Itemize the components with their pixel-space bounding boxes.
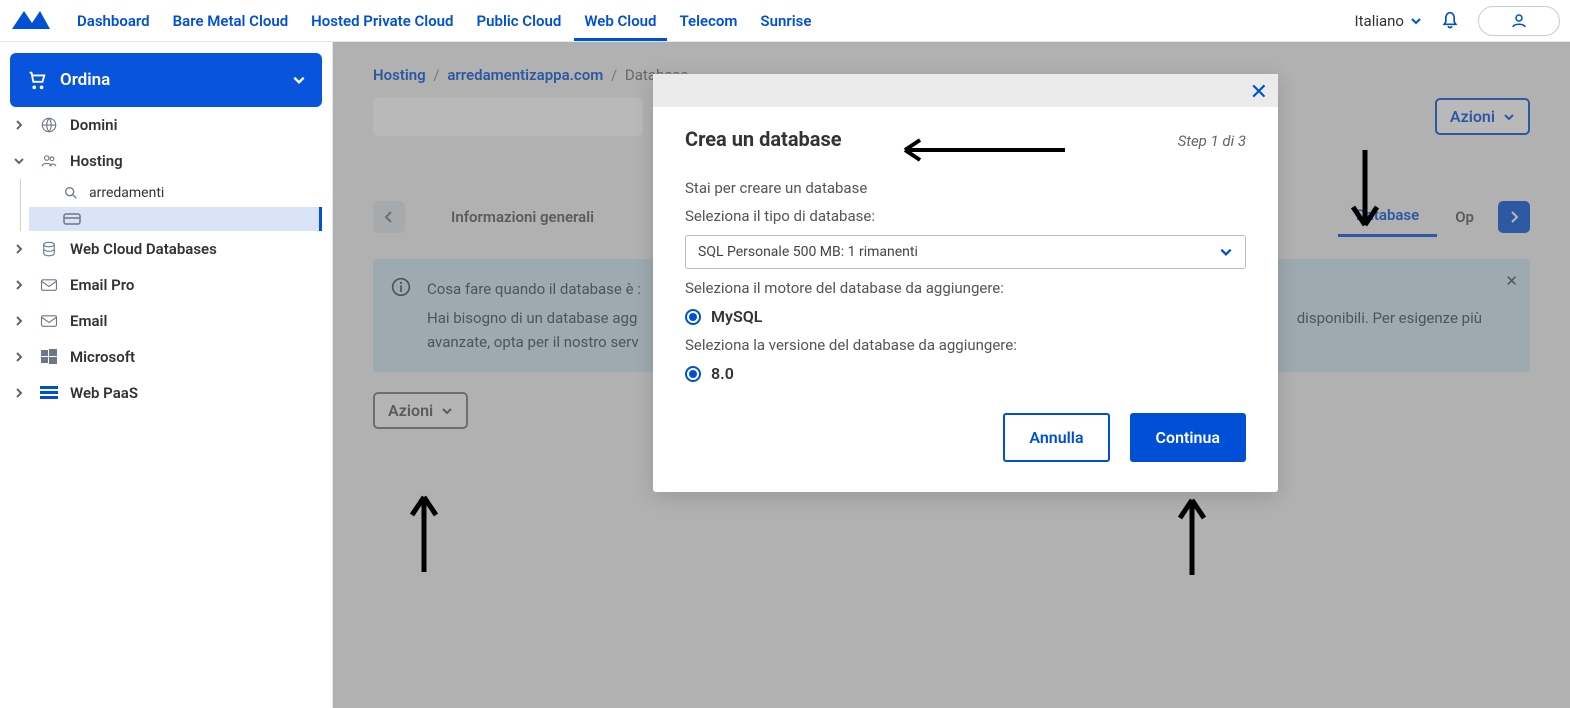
sidebar-search-label: arredamenti (89, 185, 164, 201)
sidebar-item-webcloud-db[interactable]: Web Cloud Databases (10, 231, 322, 267)
mail-icon (39, 314, 59, 328)
chevron-down-icon (292, 73, 306, 87)
sidebar-label: Email (70, 312, 107, 330)
sidebar-item-domini[interactable]: Domini (10, 107, 322, 143)
order-button[interactable]: Ordina (10, 53, 322, 107)
user-icon (1509, 11, 1529, 31)
continue-button[interactable]: Continua (1130, 413, 1246, 462)
search-icon (63, 185, 79, 201)
sidebar-item-emailpro[interactable]: Email Pro (10, 267, 322, 303)
db-type-select[interactable]: SQL Personale 500 MB: 1 rimanenti (685, 235, 1246, 269)
chevron-right-icon (14, 388, 24, 398)
version-label: Seleziona la versione del database da ag… (685, 336, 1246, 354)
nav-dashboard[interactable]: Dashboard (77, 2, 150, 40)
language-label: Italiano (1355, 12, 1404, 30)
db-type-value: SQL Personale 500 MB: 1 rimanenti (698, 244, 918, 260)
sidebar-item-email[interactable]: Email (10, 303, 322, 339)
sidebar-label: Domini (70, 116, 117, 134)
nav-links: Dashboard Bare Metal Cloud Hosted Privat… (77, 2, 1355, 40)
chevron-right-icon (14, 244, 24, 254)
globe-icon (39, 116, 59, 134)
mail-icon (39, 278, 59, 292)
top-nav: Dashboard Bare Metal Cloud Hosted Privat… (0, 0, 1570, 42)
radio-icon (685, 366, 701, 382)
nav-sunrise[interactable]: Sunrise (760, 2, 811, 40)
radio-icon (685, 309, 701, 325)
cart-icon (26, 69, 48, 91)
nav-web-cloud[interactable]: Web Cloud (584, 2, 656, 40)
database-icon (39, 240, 59, 258)
engine-label: Seleziona il motore del database da aggi… (685, 279, 1246, 297)
sidebar-label: Web PaaS (70, 384, 138, 402)
card-icon (63, 213, 81, 225)
chevron-down-icon (1219, 245, 1233, 259)
sidebar-label: Web Cloud Databases (70, 240, 217, 258)
users-icon (39, 152, 59, 170)
sidebar-label: Email Pro (70, 276, 134, 294)
bars-icon (39, 386, 59, 400)
modal-step: Step 1 di 3 (1178, 132, 1246, 150)
language-selector[interactable]: Italiano (1355, 12, 1422, 30)
order-label: Ordina (60, 70, 110, 90)
chevron-right-icon (14, 280, 24, 290)
chevron-down-icon (14, 156, 24, 166)
sidebar-item-hosting[interactable]: Hosting (10, 143, 322, 179)
nav-telecom[interactable]: Telecom (680, 2, 738, 40)
engine-option: MySQL (711, 307, 762, 326)
sidebar-item-webpaas[interactable]: Web PaaS (10, 375, 322, 411)
logo[interactable] (10, 9, 52, 33)
version-radio-80[interactable]: 8.0 (685, 364, 1246, 383)
nav-public-cloud[interactable]: Public Cloud (477, 2, 562, 40)
nav-right: Italiano (1355, 6, 1560, 36)
modal-title-bar: ✕ (653, 74, 1278, 107)
create-database-modal: ✕ Crea un database Step 1 di 3 Stai per … (653, 74, 1278, 492)
chevron-down-icon (1410, 15, 1422, 27)
cancel-button[interactable]: Annulla (1003, 413, 1109, 462)
modal-close-button[interactable]: ✕ (1250, 80, 1268, 105)
sidebar-selected-site[interactable] (29, 207, 322, 231)
version-option: 8.0 (711, 364, 734, 383)
chevron-right-icon (14, 120, 24, 130)
chevron-right-icon (14, 316, 24, 326)
sidebar-item-microsoft[interactable]: Microsoft (10, 339, 322, 375)
sidebar-label: Microsoft (70, 348, 135, 366)
modal-title: Crea un database (685, 127, 842, 151)
chevron-right-icon (14, 352, 24, 362)
engine-radio-mysql[interactable]: MySQL (685, 307, 1246, 326)
nav-bare-metal[interactable]: Bare Metal Cloud (173, 2, 289, 40)
sidebar: Ordina Domini Hosting arredamenti (0, 42, 333, 708)
sidebar-search-row[interactable]: arredamenti (63, 179, 322, 207)
user-menu[interactable] (1478, 6, 1560, 36)
notifications-icon[interactable] (1440, 11, 1460, 31)
select-db-type-label: Seleziona il tipo di database: (685, 207, 1246, 225)
nav-hosted-private[interactable]: Hosted Private Cloud (311, 2, 453, 40)
sidebar-label: Hosting (70, 152, 123, 170)
sidebar-hosting-children: arredamenti (20, 179, 322, 231)
modal-intro: Stai per creare un database (685, 179, 1246, 197)
windows-icon (39, 349, 59, 365)
